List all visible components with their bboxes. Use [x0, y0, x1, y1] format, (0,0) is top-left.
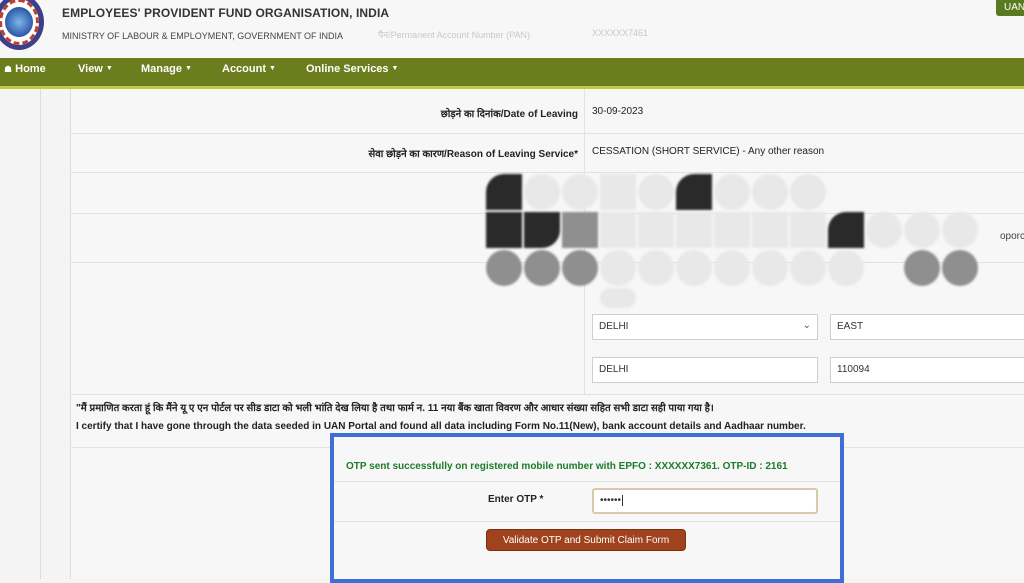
declaration-english: I certify that I have gone through the d…	[76, 421, 806, 432]
nav-view-label: View	[78, 63, 103, 75]
pan-value: XXXXXX7461	[592, 28, 649, 38]
partial-text: oporc	[1000, 231, 1024, 242]
nav-account[interactable]: Account ▼	[222, 63, 276, 75]
district-input[interactable]: EAST	[830, 314, 1024, 340]
otp-label: Enter OTP *	[488, 494, 544, 505]
uan-badge[interactable]: UAN	[996, 0, 1024, 16]
nav-online-services-label: Online Services	[306, 63, 389, 75]
epfo-logo	[0, 0, 44, 50]
nav-online-services[interactable]: Online Services ▼	[306, 63, 398, 75]
nav-manage[interactable]: Manage ▼	[141, 63, 192, 75]
reason-value: CESSATION (SHORT SERVICE) - Any other re…	[592, 146, 825, 157]
redacted-area	[486, 174, 978, 308]
main-navbar: ☗ Home View ▼ Manage ▼ Account ▼ Online Ser…	[0, 58, 1024, 89]
text-cursor	[622, 495, 626, 506]
home-icon: ☗	[4, 64, 13, 74]
state-select-value: DELHI	[599, 321, 629, 332]
caret-down-icon: ▼	[184, 65, 192, 72]
otp-success-message: OTP sent successfully on registered mobi…	[346, 461, 788, 472]
site-header: EMPLOYEES' PROVIDENT FUND ORGANISATION, …	[0, 0, 1024, 59]
otp-input-value: ••••••	[600, 495, 622, 506]
nav-home[interactable]: ☗ Home	[4, 63, 46, 75]
pan-label: पैन/Permanent Account Number (PAN)	[378, 30, 530, 40]
nav-manage-label: Manage	[141, 63, 182, 75]
ministry-name: MINISTRY OF LABOUR & EMPLOYMENT, GOVERNM…	[62, 31, 344, 41]
date-of-leaving-label: छोड़ने का दिनांक/Date of Leaving	[440, 109, 578, 120]
nav-view[interactable]: View ▼	[78, 63, 113, 75]
declaration-hindi: "मैं प्रमाणित करता हूं कि मैंने यू ए एन …	[76, 403, 714, 414]
caret-down-icon: ▼	[269, 65, 276, 72]
state-select[interactable]: DELHI ⌄	[592, 314, 818, 340]
caret-down-icon: ▼	[391, 65, 399, 72]
nav-home-label: Home	[15, 63, 46, 75]
org-name: EMPLOYEES' PROVIDENT FUND ORGANISATION, …	[62, 6, 390, 20]
otp-input[interactable]: ••••••	[592, 488, 818, 514]
reason-label: सेवा छोड़ने का कारण/Reason of Leaving Se…	[368, 149, 578, 160]
nav-account-label: Account	[222, 63, 266, 75]
city-input[interactable]: DELHI	[592, 357, 818, 383]
chevron-down-icon: ⌄	[802, 320, 811, 331]
pincode-input[interactable]: 110094	[830, 357, 1024, 383]
caret-down-icon: ▼	[105, 65, 113, 72]
date-of-leaving-value: 30-09-2023	[592, 106, 644, 117]
validate-otp-submit-button[interactable]: Validate OTP and Submit Claim Form	[486, 529, 686, 551]
